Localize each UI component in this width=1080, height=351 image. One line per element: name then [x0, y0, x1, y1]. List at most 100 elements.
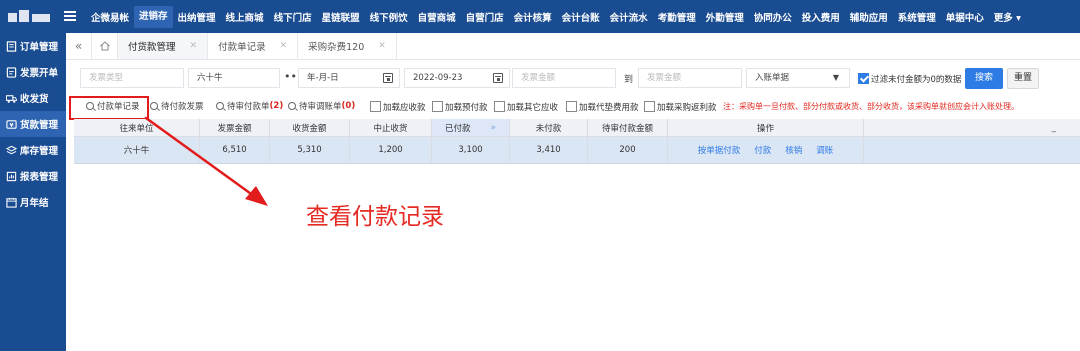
cell-invoice-amount: 6,510	[200, 137, 270, 163]
tab-payment-management[interactable]: 付货款管理 ✕	[118, 33, 209, 59]
nav-item-expenses[interactable]: 投入费用	[797, 10, 845, 24]
date-from-text: 年-月-日	[307, 73, 339, 83]
notice-text: 注：采购单一旦付款、部分付款或收货、部分收货，该采购单就创应会计入账处理。	[723, 102, 1019, 111]
amount-to-input[interactable]: 发票金额	[638, 68, 742, 88]
load-other-receivable-checkbox[interactable]	[494, 101, 505, 112]
cell-unit: 六十牛	[74, 137, 200, 163]
doc-type-select[interactable]: 入账单据 ▼	[746, 68, 850, 88]
nav-item-doc-center[interactable]: 单据中心	[941, 10, 989, 24]
nav-item-self-mall[interactable]: 自营商城	[413, 10, 461, 24]
filter-bar: 发票类型 六十牛 ••• 年-月-日 2022-09-23 发票金额 到 发票金…	[66, 60, 1080, 96]
nav-item-jinxiaocun[interactable]: 进销存	[134, 5, 173, 28]
svg-text:¥: ¥	[10, 122, 14, 128]
write-off-link[interactable]: 核销	[785, 144, 802, 156]
date-to-input[interactable]: 2022-09-23	[404, 68, 510, 88]
sidebar-item-label: 报表管理	[20, 172, 59, 183]
filter-zero-label: 过滤未付金额为0的数据	[871, 75, 962, 85]
tab-purchase-fees[interactable]: 采购杂费120 ✕	[298, 33, 397, 59]
sidebar-item-invoice[interactable]: 发票开单	[0, 59, 66, 85]
cell-paid: 3,100	[432, 137, 510, 163]
calendar-icon[interactable]	[383, 73, 393, 83]
load-purchase-rebate-checkbox[interactable]	[644, 101, 655, 112]
annotation-highlight-box	[69, 96, 149, 120]
calendar-icon[interactable]	[493, 73, 503, 83]
nav-item-accounting[interactable]: 会计核算	[509, 10, 557, 24]
sidebar-item-inventory[interactable]: 库存管理	[0, 137, 66, 163]
nav-item-field-work[interactable]: 外勤管理	[701, 10, 749, 24]
column-header: 中止收货	[350, 119, 432, 136]
amount-from-input[interactable]: 发票金额	[512, 68, 616, 88]
nav-item-offline-store[interactable]: 线下门店	[269, 10, 317, 24]
nav-item-system[interactable]: 系统管理	[893, 10, 941, 24]
pending-invoice-button[interactable]: 待付款发票	[150, 100, 204, 112]
pay-link[interactable]: 付款	[754, 144, 771, 156]
pending-adjust-label: 待审调账单	[299, 102, 342, 112]
tab-label: 付货款管理	[128, 42, 176, 53]
load-prepaid-checkbox[interactable]	[432, 101, 443, 112]
pending-review-button[interactable]: 待审付款单 (2)	[216, 100, 283, 112]
nav-item-qiwei[interactable]: 企微易帐	[86, 10, 134, 24]
close-icon[interactable]: ✕	[280, 41, 288, 51]
search-icon	[288, 102, 296, 110]
tab-label: 采购杂费120	[308, 42, 365, 53]
nav-item-offline-drinks[interactable]: 线下例饮	[365, 10, 413, 24]
doc-type-text: 入账单据	[755, 73, 790, 83]
sidebar-item-shipping[interactable]: 收发货	[0, 85, 66, 111]
sidebar-item-orders[interactable]: 订单管理	[0, 33, 66, 59]
pending-adjust-count: (0)	[341, 101, 356, 111]
sidebar-item-label: 收发货	[20, 94, 49, 105]
nav-item-ledger[interactable]: 会计台账	[557, 10, 605, 24]
menu-icon[interactable]	[64, 9, 76, 23]
tab-payment-records[interactable]: 付款单记录 ✕	[208, 33, 299, 59]
nav-item-cashier[interactable]: 出纳管理	[173, 10, 221, 24]
collapse-icon[interactable]: «	[66, 33, 92, 59]
money-icon: ¥	[6, 119, 17, 130]
nav-item-attendance[interactable]: 考勤管理	[653, 10, 701, 24]
sidebar-item-payment-management[interactable]: ¥ 货款管理	[0, 111, 66, 137]
load-advance-fee-checkbox[interactable]	[566, 101, 577, 112]
column-header: 待审付款金额	[588, 119, 668, 136]
search-button[interactable]: 搜索	[965, 68, 1003, 89]
table-header: 往来单位 发票金额 收货金额 中止收货 已付款 » 未付款 待审付款金额 操作 _	[74, 119, 1080, 137]
sidebar: 订单管理 发票开单 收发货 ¥ 货款管理 库存管理 报表管理 月年结	[0, 33, 66, 351]
date-to-text: 2022-09-23	[413, 73, 463, 83]
column-header-paid[interactable]: 已付款 »	[432, 119, 510, 136]
column-header: 已付款	[444, 123, 471, 134]
nav-item-more[interactable]: 更多	[989, 10, 1026, 24]
load-receivable-checkbox[interactable]	[370, 101, 381, 112]
top-navigation-bar: 企微易帐 进销存 出纳管理 线上商城 线下门店 星链联盟 线下例饮 自营商城 自…	[0, 0, 1080, 33]
adjust-link[interactable]: 调账	[816, 144, 833, 156]
pay-by-document-link[interactable]: 按单据付款	[698, 144, 741, 156]
close-icon[interactable]: ✕	[190, 41, 198, 51]
sidebar-item-label: 发票开单	[20, 68, 59, 79]
home-icon[interactable]	[92, 33, 118, 59]
sidebar-item-reports[interactable]: 报表管理	[0, 163, 66, 189]
nav-item-collaboration[interactable]: 协同办公	[749, 10, 797, 24]
report-icon	[6, 171, 17, 182]
order-icon	[6, 40, 17, 52]
nav-item-journal[interactable]: 会计流水	[605, 10, 653, 24]
cell-empty	[864, 137, 1080, 163]
date-from-input[interactable]: 年-月-日	[298, 68, 400, 88]
load-purchase-rebate-label: 加载采购返利款	[657, 103, 717, 113]
sidebar-item-label: 订单管理	[20, 42, 59, 53]
nav-item-self-store[interactable]: 自营门店	[461, 10, 509, 24]
supplier-select[interactable]: 六十牛	[188, 68, 280, 88]
tab-label: 付款单记录	[218, 42, 266, 53]
table-row[interactable]: 六十牛 6,510 5,310 1,200 3,100 3,410 200 按单…	[74, 137, 1080, 164]
invoice-type-input[interactable]: 发票类型	[80, 68, 184, 88]
filter-zero-checkbox[interactable]	[858, 73, 869, 84]
reset-button[interactable]: 重置	[1007, 68, 1039, 89]
sidebar-item-period-close[interactable]: 月年结	[0, 189, 66, 215]
column-header: 往来单位	[74, 119, 200, 136]
pending-adjust-button[interactable]: 待审调账单 (0)	[288, 100, 355, 112]
nav-item-online-mall[interactable]: 线上商城	[221, 10, 269, 24]
close-icon[interactable]: ✕	[378, 41, 386, 51]
cell-actions: 按单据付款 付款 核销 调账	[668, 137, 864, 163]
nav-item-alliance[interactable]: 星链联盟	[317, 10, 365, 24]
double-chevron-icon: »	[490, 122, 497, 133]
nav-item-aux-apps[interactable]: 辅助应用	[845, 10, 893, 24]
search-icon	[216, 102, 224, 110]
column-header: 收货金额	[270, 119, 350, 136]
column-menu-icon[interactable]: _	[864, 119, 1080, 136]
